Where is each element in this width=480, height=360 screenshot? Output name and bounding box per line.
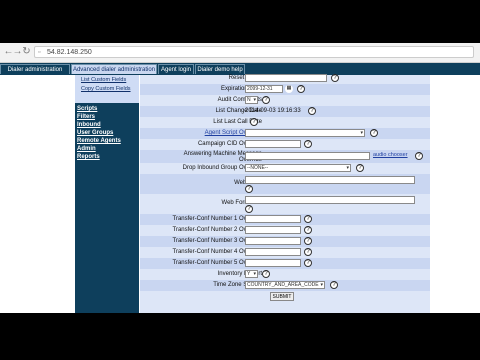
help-icon[interactable]: ? [262, 96, 270, 104]
list-last-call-row: List Last Call Date ? [140, 117, 430, 128]
help-icon[interactable]: ? [304, 226, 312, 234]
help-icon[interactable]: ? [262, 270, 270, 278]
audio-chooser-link[interactable]: audio chooser [373, 150, 408, 161]
transfer-conf-4-row: Transfer-Conf Number 4 Override ? [140, 247, 430, 258]
drop-inbound-value: --NONE-- [247, 165, 269, 171]
chevron-down-icon: ▾ [253, 271, 256, 277]
list-custom-fields-link[interactable]: List Custom Fields [81, 77, 126, 83]
reset-times-row: Reset Times ? [140, 73, 430, 84]
drop-inbound-select[interactable]: --NONE-- ▾ [245, 164, 351, 172]
expiration-date-input[interactable]: 2099-12-31 [245, 85, 283, 93]
copy-custom-fields-link[interactable]: Copy Custom Fields [81, 86, 131, 92]
transfer-conf-1-input[interactable] [245, 215, 301, 223]
page-icon: ▫ [38, 49, 41, 56]
web-form-input[interactable] [245, 176, 415, 184]
chevron-down-icon: ▾ [253, 97, 256, 103]
transfer-conf-1-row: Transfer-Conf Number 1 Override ? [140, 214, 430, 225]
time-zone-select[interactable]: COUNTRY_AND_AREA_CODE ▾ [245, 281, 325, 289]
agent-script-row: Agent Script Override ▾ ? [140, 128, 430, 139]
transfer-conf-4-input[interactable] [245, 248, 301, 256]
url-field[interactable]: ▫ 54.82.148.250 [34, 46, 474, 58]
nav-admin[interactable]: Admin [77, 146, 96, 152]
list-change-date-row: List Change Date 2014-09-03 19:16:33 ? [140, 106, 430, 117]
chevron-down-icon: ▾ [320, 282, 323, 288]
help-icon[interactable]: ? [330, 281, 338, 289]
nav-remote-agents[interactable]: Remote Agents [77, 138, 121, 144]
url-text: 54.82.148.250 [47, 49, 92, 56]
help-icon[interactable]: ? [245, 185, 253, 193]
reset-times-input[interactable] [245, 74, 327, 82]
help-icon[interactable]: ? [304, 259, 312, 267]
nav-filters[interactable]: Filters [77, 114, 95, 120]
transfer-conf-5-row: Transfer-Conf Number 5 Override ? [140, 258, 430, 269]
help-icon[interactable]: ? [297, 85, 305, 93]
transfer-conf-3-input[interactable] [245, 237, 301, 245]
transfer-conf-5-input[interactable] [245, 259, 301, 267]
nav-user-groups[interactable]: User Groups [77, 130, 113, 136]
submit-button[interactable]: SUBMIT [270, 292, 294, 301]
web-form-two-row: Web Form Two ? [140, 194, 430, 214]
list-modify-form: Reset Times ? Expiration Date 2099-12-31… [140, 73, 430, 313]
reload-icon[interactable]: ↻ [21, 46, 32, 57]
lists-submenu: List Custom Fields Copy Custom Fields [75, 75, 139, 103]
address-bar: ← → ↻ ▫ 54.82.148.250 [0, 43, 480, 63]
expiration-date-row: Expiration Date 2099-12-31 ▦ ? [140, 84, 430, 95]
audit-comments-value: N [247, 97, 251, 103]
campaign-cid-row: Campaign CID Override ? [140, 139, 430, 150]
help-icon[interactable]: ? [304, 237, 312, 245]
help-icon[interactable]: ? [331, 74, 339, 82]
agent-script-select[interactable]: ▾ [245, 129, 365, 137]
tab-dialer-administration[interactable]: Dialer administration [0, 64, 70, 74]
am-message-row: Answering Machine Message Override audio… [140, 150, 430, 163]
transfer-conf-3-row: Transfer-Conf Number 3 Override ? [140, 236, 430, 247]
chevron-down-icon: ▾ [360, 130, 363, 136]
help-icon[interactable]: ? [250, 118, 258, 126]
campaign-cid-input[interactable] [245, 140, 301, 148]
chevron-down-icon: ▾ [346, 165, 349, 171]
help-icon[interactable]: ? [356, 164, 364, 172]
inventory-report-select[interactable]: Y ▾ [245, 270, 258, 278]
web-form-two-input[interactable] [245, 196, 415, 204]
drop-inbound-row: Drop Inbound Group Override --NONE-- ▾ ? [140, 163, 430, 174]
web-form-row: Web Form ? [140, 174, 430, 194]
left-sidebar: List Custom Fields Copy Custom Fields Sc… [75, 75, 139, 313]
help-icon[interactable]: ? [370, 129, 378, 137]
nav-reports[interactable]: Reports [77, 154, 100, 160]
inventory-report-row: Inventory Report Y ▾ ? [140, 269, 430, 280]
am-message-input[interactable] [245, 152, 370, 160]
help-icon[interactable]: ? [304, 140, 312, 148]
help-icon[interactable]: ? [245, 205, 253, 213]
audit-comments-select[interactable]: N ▾ [245, 96, 258, 104]
inventory-report-value: Y [247, 271, 251, 277]
audit-comments-row: Audit Comments N ▾ ? [140, 95, 430, 106]
transfer-conf-2-input[interactable] [245, 226, 301, 234]
help-icon[interactable]: ? [308, 107, 316, 115]
transfer-conf-2-row: Transfer-Conf Number 2 Override ? [140, 225, 430, 236]
time-zone-value: COUNTRY_AND_AREA_CODE [247, 282, 319, 288]
help-icon[interactable]: ? [415, 152, 423, 160]
browser-window: ← → ↻ ▫ 54.82.148.250 Dialer administrat… [0, 43, 480, 313]
nav-scripts[interactable]: Scripts [77, 106, 97, 112]
help-icon[interactable]: ? [304, 215, 312, 223]
help-icon[interactable]: ? [304, 248, 312, 256]
list-change-date-value: 2014-09-03 19:16:33 [245, 108, 301, 114]
video-frame: ← → ↻ ▫ 54.82.148.250 Dialer administrat… [0, 0, 480, 360]
calendar-icon[interactable]: ▦ [285, 85, 293, 93]
nav-inbound[interactable]: Inbound [77, 122, 101, 128]
time-zone-row: Time Zone Setting COUNTRY_AND_AREA_CODE ▾… [140, 280, 430, 291]
submit-row: SUBMIT [140, 291, 430, 302]
